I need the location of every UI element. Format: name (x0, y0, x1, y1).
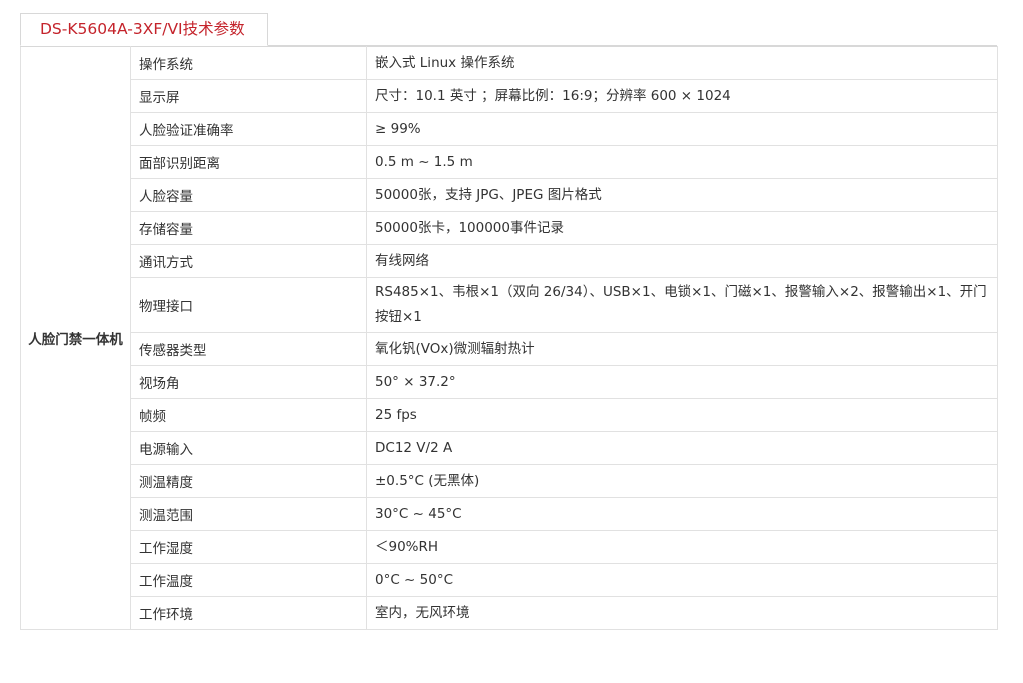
spec-value: 0.5 m ~ 1.5 m (366, 145, 998, 179)
spec-label: 视场角 (130, 365, 367, 399)
spec-value: ≥ 99% (366, 112, 998, 146)
spec-value: 嵌入式 Linux 操作系统 (366, 46, 998, 80)
spec-label: 测温精度 (130, 464, 367, 498)
table-row: 测温精度 ±0.5°C (无黑体) (21, 464, 998, 498)
table-row: 工作湿度 ＜90%RH (21, 530, 998, 564)
spec-label: 操作系统 (130, 46, 367, 80)
spec-label: 显示屏 (130, 79, 367, 113)
spec-label: 传感器类型 (130, 332, 367, 366)
spec-label: 帧频 (130, 398, 367, 432)
table-row: 存储容量 50000张卡，100000事件记录 (21, 211, 998, 245)
spec-value: 50000张，支持 JPG、JPEG 图片格式 (366, 178, 998, 212)
table-row: 显示屏 尺寸：10.1 英寸 ；屏幕比例：16:9；分辨率 600 × 1024 (21, 79, 998, 113)
table-row: 视场角 50° × 37.2° (21, 365, 998, 399)
spec-label: 人脸容量 (130, 178, 367, 212)
spec-label: 工作湿度 (130, 530, 367, 564)
spec-value: 25 fps (366, 398, 998, 432)
table-row: 人脸验证准确率 ≥ 99% (21, 112, 998, 146)
spec-value: 尺寸：10.1 英寸 ；屏幕比例：16:9；分辨率 600 × 1024 (366, 79, 998, 113)
spec-label: 物理接口 (130, 277, 367, 333)
spec-page: DS-K5604A-3XF/VI技术参数 人脸门禁一体机 操作系统 嵌入式 Li… (0, 0, 1023, 683)
spec-value: 氧化钒(VOx)微测辐射热计 (366, 332, 998, 366)
tab-tech-specs[interactable]: DS-K5604A-3XF/VI技术参数 (20, 13, 268, 46)
spec-value: 0°C ~ 50°C (366, 563, 998, 597)
spec-value: 室内，无风环境 (366, 596, 998, 630)
category-cell: 人脸门禁一体机 (20, 46, 131, 630)
table-row: 人脸容量 50000张，支持 JPG、JPEG 图片格式 (21, 178, 998, 212)
spec-label: 工作环境 (130, 596, 367, 630)
table-row: 面部识别距离 0.5 m ~ 1.5 m (21, 145, 998, 179)
table-row: 工作温度 0°C ~ 50°C (21, 563, 998, 597)
spec-label: 面部识别距离 (130, 145, 367, 179)
table-row: 物理接口 RS485×1、韦根×1（双向 26/34）、USB×1、电锁×1、门… (21, 277, 998, 333)
table-row: 传感器类型 氧化钒(VOx)微测辐射热计 (21, 332, 998, 366)
spec-value: RS485×1、韦根×1（双向 26/34）、USB×1、电锁×1、门磁×1、报… (366, 277, 998, 333)
spec-table: 人脸门禁一体机 操作系统 嵌入式 Linux 操作系统 显示屏 尺寸：10.1 … (20, 46, 998, 630)
spec-value: ±0.5°C (无黑体) (366, 464, 998, 498)
spec-label: 电源输入 (130, 431, 367, 465)
spec-value: 50000张卡，100000事件记录 (366, 211, 998, 245)
spec-value: 50° × 37.2° (366, 365, 998, 399)
spec-label: 存储容量 (130, 211, 367, 245)
spec-label: 通讯方式 (130, 244, 367, 278)
spec-label: 测温范围 (130, 497, 367, 531)
spec-value: ＜90%RH (366, 530, 998, 564)
table-row: 测温范围 30°C ~ 45°C (21, 497, 998, 531)
spec-label: 人脸验证准确率 (130, 112, 367, 146)
tab-bar: DS-K5604A-3XF/VI技术参数 (20, 13, 997, 46)
spec-value: DC12 V/2 A (366, 431, 998, 465)
spec-label: 工作温度 (130, 563, 367, 597)
table-row: 人脸门禁一体机 操作系统 嵌入式 Linux 操作系统 (20, 46, 998, 630)
table-row: 通讯方式 有线网络 (21, 244, 998, 278)
table-row: 帧频 25 fps (21, 398, 998, 432)
spec-value: 30°C ~ 45°C (366, 497, 998, 531)
table-row: 电源输入 DC12 V/2 A (21, 431, 998, 465)
spec-value: 有线网络 (366, 244, 998, 278)
table-row: 工作环境 室内，无风环境 (21, 596, 998, 630)
